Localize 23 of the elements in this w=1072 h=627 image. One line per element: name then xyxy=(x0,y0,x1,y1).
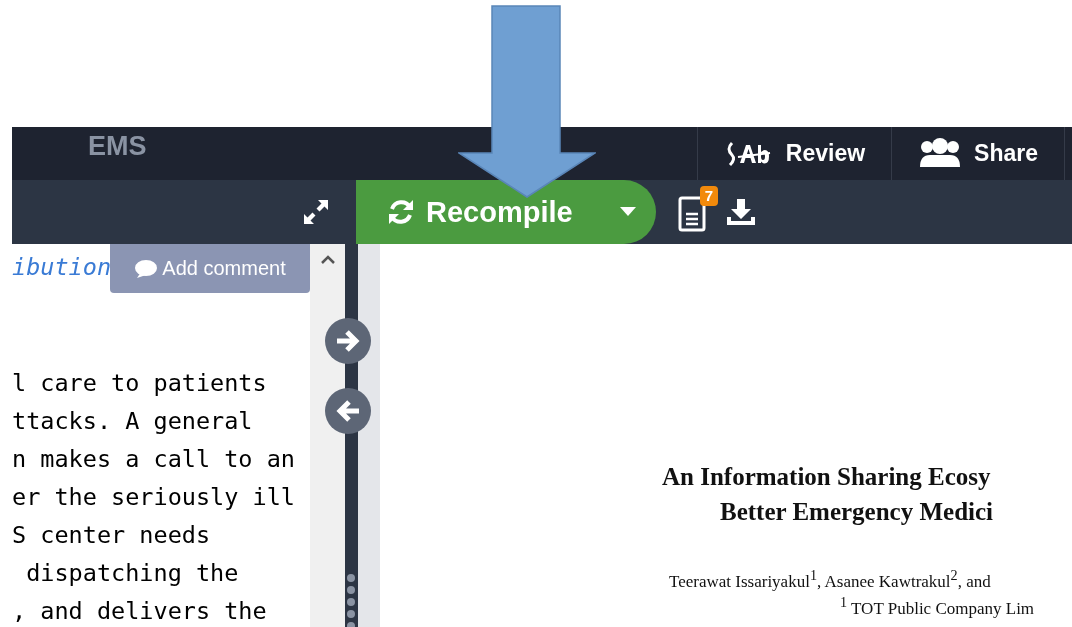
paper-authors: Teerawat Issariyakul$^{1}$, Asanee Kawtrakul$^{2}$, and xyxy=(668,567,992,592)
code-line: , and delivers the xyxy=(12,596,268,627)
code-line: n makes a call to an xyxy=(12,444,296,475)
logs-badge: 7 xyxy=(699,186,718,206)
refresh-icon xyxy=(386,197,416,227)
speech-bubble-icon xyxy=(134,258,159,279)
arrow-right-icon[interactable] xyxy=(325,318,371,364)
expand-icon[interactable] xyxy=(302,198,330,226)
code-line: ttacks. A general xyxy=(12,406,254,437)
arrow-left-icon[interactable] xyxy=(325,388,371,434)
code-line: dispatching the xyxy=(25,558,240,589)
code-line: l care to patients xyxy=(12,368,268,399)
caret-icon[interactable] xyxy=(620,207,636,217)
code-line: er the seriously ill xyxy=(12,482,296,513)
download-icon[interactable] xyxy=(726,197,756,227)
code-line: S center needs xyxy=(12,520,212,551)
code-line: ibution xyxy=(12,252,112,283)
paper-title: An Information Sharing Ecosy xyxy=(661,462,992,492)
paper-affiliation: $^{1}$ TOT Public Company Lim xyxy=(839,593,1036,619)
paper-title: Better Emergency Medici xyxy=(719,497,995,527)
drag-handle-icon[interactable] xyxy=(345,574,357,627)
project-title: EMS xyxy=(88,131,148,162)
scroll-up-icon[interactable] xyxy=(319,254,336,264)
